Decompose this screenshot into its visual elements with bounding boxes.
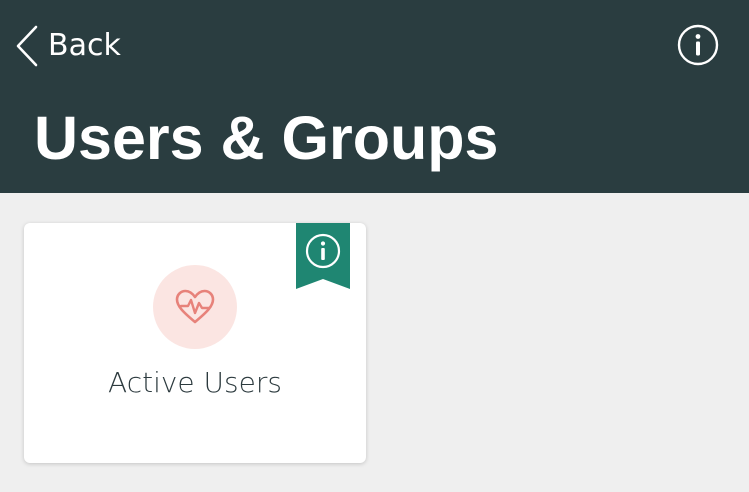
card-icon-container — [153, 265, 237, 349]
back-button[interactable]: Back — [14, 24, 121, 68]
info-circle-icon — [677, 24, 719, 66]
card-active-users[interactable]: Active Users — [24, 223, 366, 463]
card-label: Active Users — [108, 366, 282, 399]
info-ribbon-icon — [296, 223, 350, 289]
info-button[interactable] — [677, 24, 719, 66]
heart-pulse-icon — [175, 289, 215, 324]
back-label: Back — [48, 28, 121, 63]
chevron-left-icon — [16, 25, 38, 67]
app-header: Back Users & Groups — [0, 0, 749, 193]
card-info-badge[interactable] — [296, 223, 350, 289]
page-title: Users & Groups — [34, 104, 499, 172]
